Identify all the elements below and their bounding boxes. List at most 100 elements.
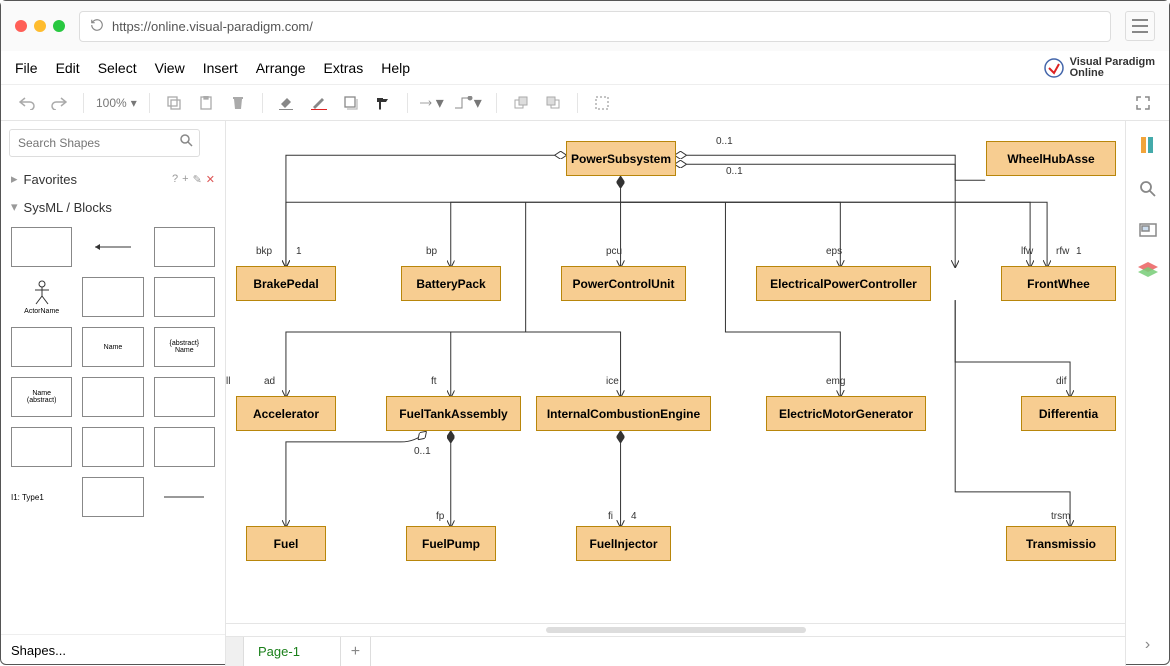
chevron-down-icon: ▾ — [131, 96, 137, 110]
block-epc[interactable]: ElectricalPowerController — [756, 266, 931, 301]
block-fuel-injector[interactable]: FuelInjector — [576, 526, 671, 561]
copy-button[interactable] — [162, 91, 186, 115]
palette-shape[interactable] — [154, 277, 215, 317]
menu-file[interactable]: File — [15, 60, 38, 76]
edge-label: emg — [826, 376, 845, 387]
block-fuel[interactable]: Fuel — [246, 526, 326, 561]
format-painter-button[interactable] — [371, 91, 395, 115]
close-window-button[interactable] — [15, 20, 27, 32]
right-rail: › — [1125, 121, 1169, 666]
brand-logo[interactable]: Visual ParadigmOnline — [1044, 57, 1155, 79]
edge-label: ft — [431, 376, 437, 387]
block-differential[interactable]: Differentia — [1021, 396, 1116, 431]
add-favorite-icon[interactable]: + — [182, 173, 188, 186]
block-pcu[interactable]: PowerControlUnit — [561, 266, 686, 301]
block-fuel-tank[interactable]: FuelTankAssembly — [386, 396, 521, 431]
palette-shape[interactable]: Name — [82, 327, 143, 367]
palette-actor-shape[interactable]: ActorName — [11, 277, 72, 317]
block-power-subsystem[interactable]: PowerSubsystem — [566, 141, 676, 176]
shapes-footer[interactable]: Shapes... — [1, 634, 225, 666]
palette-shape[interactable] — [11, 227, 72, 267]
palette-shape[interactable]: Name (abstract) — [11, 377, 72, 417]
block-emg[interactable]: ElectricMotorGenerator — [766, 396, 926, 431]
zoom-level[interactable]: 100% ▾ — [96, 96, 137, 110]
palette-shape[interactable] — [82, 477, 143, 517]
redo-button[interactable] — [47, 91, 71, 115]
browser-menu-button[interactable] — [1125, 11, 1155, 41]
menu-edit[interactable]: Edit — [56, 60, 80, 76]
menu-bar: File Edit Select View Insert Arrange Ext… — [1, 51, 1169, 85]
edit-favorite-icon[interactable]: ✎ — [193, 173, 202, 186]
menu-select[interactable]: Select — [98, 60, 137, 76]
add-page-button[interactable]: + — [341, 637, 371, 666]
block-brake-pedal[interactable]: BrakePedal — [236, 266, 336, 301]
search-input[interactable] — [9, 129, 200, 157]
reload-icon[interactable] — [90, 18, 104, 35]
block-accelerator[interactable]: Accelerator — [236, 396, 336, 431]
undo-button[interactable] — [15, 91, 39, 115]
find-icon[interactable] — [1139, 180, 1157, 203]
favorites-section[interactable]: ▸ Favorites ? + ✎ ✕ — [1, 165, 225, 193]
menu-arrange[interactable]: Arrange — [256, 60, 306, 76]
sysml-label: SysML / Blocks — [24, 200, 112, 215]
edge-label: eps — [826, 246, 842, 257]
edge-label: 1 — [296, 246, 302, 257]
help-icon[interactable]: ? — [172, 173, 178, 186]
fullscreen-button[interactable] — [1131, 91, 1155, 115]
edge-label: ll — [226, 376, 230, 387]
palette-shape[interactable] — [82, 277, 143, 317]
horizontal-scrollbar[interactable] — [226, 624, 1125, 636]
outline-icon[interactable] — [1139, 223, 1157, 242]
palette-shape[interactable]: I1: Type1 — [11, 477, 72, 517]
minimize-window-button[interactable] — [34, 20, 46, 32]
format-panel-icon[interactable] — [1138, 135, 1158, 160]
menu-extras[interactable]: Extras — [324, 60, 364, 76]
search-icon[interactable] — [180, 134, 193, 152]
collapse-rail-icon[interactable]: › — [1145, 636, 1150, 654]
palette-shape[interactable] — [11, 327, 72, 367]
collapse-arrow-icon: ▸ — [11, 171, 18, 187]
line-color-button[interactable] — [307, 91, 331, 115]
delete-button[interactable] — [226, 91, 250, 115]
diagram-canvas[interactable]: PowerSubsystem WheelHubAsse BrakePedal B… — [226, 121, 1125, 624]
palette-shape[interactable] — [154, 227, 215, 267]
address-bar[interactable]: https://online.visual-paradigm.com/ — [79, 11, 1111, 42]
edge-label: 0..1 — [726, 166, 743, 177]
tabs-handle[interactable] — [226, 637, 244, 666]
to-front-button[interactable] — [509, 91, 533, 115]
block-front-wheel[interactable]: FrontWhee — [1001, 266, 1116, 301]
palette-shape[interactable] — [82, 427, 143, 467]
remove-favorite-icon[interactable]: ✕ — [206, 173, 215, 186]
palette-shape[interactable] — [154, 377, 215, 417]
edge-label: lfw — [1021, 246, 1033, 257]
traffic-lights — [15, 20, 65, 32]
fill-color-button[interactable] — [275, 91, 299, 115]
to-back-button[interactable] — [541, 91, 565, 115]
block-transmission[interactable]: Transmissio — [1006, 526, 1116, 561]
block-wheel-hub[interactable]: WheelHubAsse — [986, 141, 1116, 176]
marquee-button[interactable] — [590, 91, 614, 115]
connector-style-button[interactable]: ▾ — [420, 91, 444, 115]
menu-help[interactable]: Help — [381, 60, 410, 76]
block-ice[interactable]: InternalCombustionEngine — [536, 396, 711, 431]
shadow-button[interactable] — [339, 91, 363, 115]
edge-label: 0..1 — [414, 446, 431, 457]
block-fuel-pump[interactable]: FuelPump — [406, 526, 496, 561]
palette-shape[interactable] — [154, 477, 215, 517]
palette-shape[interactable] — [11, 427, 72, 467]
palette-shape[interactable] — [154, 427, 215, 467]
tab-page-1[interactable]: Page-1 — [244, 637, 341, 666]
sysml-section[interactable]: ▾ SysML / Blocks — [1, 193, 225, 221]
waypoint-style-button[interactable]: ▾ — [452, 91, 484, 115]
palette-shape[interactable] — [82, 377, 143, 417]
toolbar: 100% ▾ ▾ ▾ — [1, 85, 1169, 121]
layers-icon[interactable] — [1138, 262, 1158, 285]
edge-label: trsm — [1051, 511, 1070, 522]
block-battery-pack[interactable]: BatteryPack — [401, 266, 501, 301]
palette-shape[interactable] — [82, 227, 143, 267]
paste-button[interactable] — [194, 91, 218, 115]
menu-view[interactable]: View — [155, 60, 185, 76]
menu-insert[interactable]: Insert — [203, 60, 238, 76]
palette-shape[interactable]: {abstract} Name — [154, 327, 215, 367]
maximize-window-button[interactable] — [53, 20, 65, 32]
